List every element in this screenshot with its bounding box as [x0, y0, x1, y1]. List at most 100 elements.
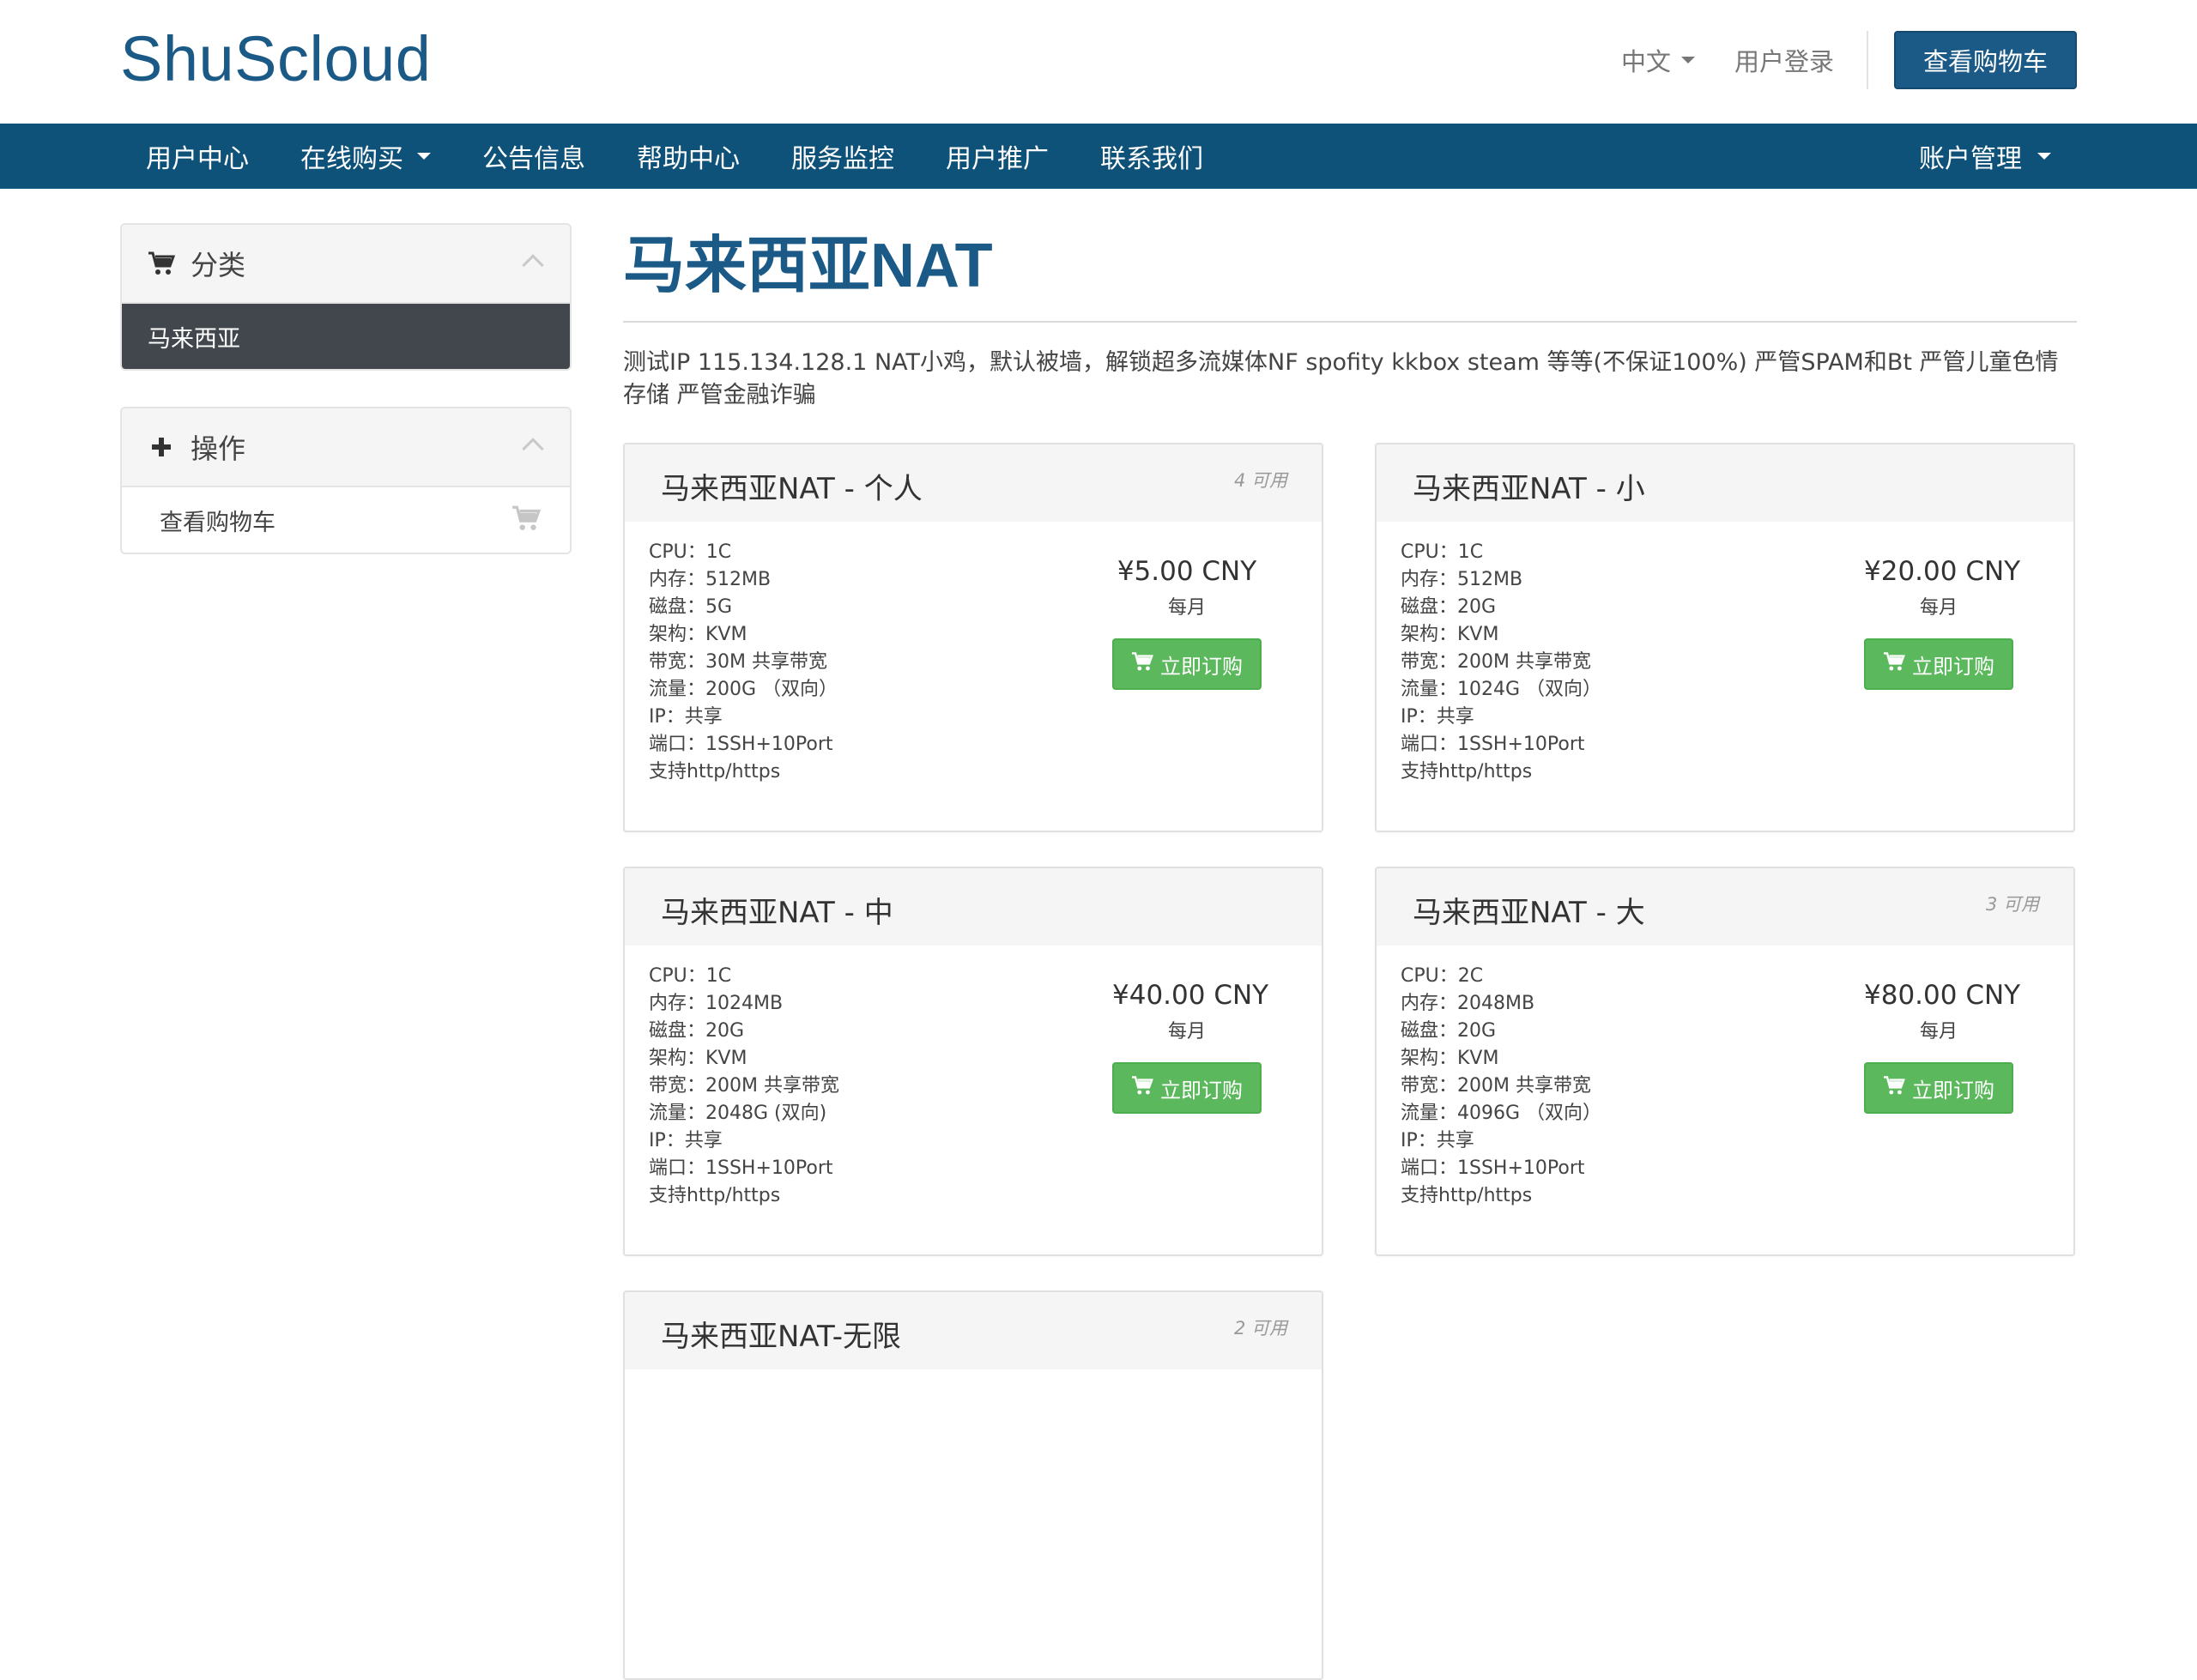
product-card-header: 马来西亚NAT-无限 2 可用	[625, 1292, 1322, 1369]
product-name: 马来西亚NAT - 大	[1413, 896, 1645, 930]
main-content: 马来西亚NAT 测试IP 115.134.128.1 NAT小鸡，默认被墙，解锁…	[623, 223, 2077, 412]
product-card: 马来西亚NAT - 个人 4 可用 CPU：1C 内存：512MB 磁盘：5G 架构：…	[623, 443, 1323, 832]
spec-line: 流量：200G （双向）	[649, 679, 838, 700]
order-label: 立即订购	[1912, 1078, 1994, 1103]
account-dropdown[interactable]: 账户管理	[1919, 124, 2051, 189]
cart-icon	[1883, 1075, 1912, 1101]
nav-label: 帮助中心	[637, 144, 740, 174]
spec-line: 磁盘：20G	[649, 1020, 745, 1042]
spec-line: 架构：KVM	[1401, 624, 1499, 645]
spec-line: 内存：2048MB	[1401, 993, 1535, 1014]
caret-down-icon	[1680, 57, 1695, 63]
account-label: 账户管理	[1919, 144, 2022, 174]
category-description: 测试IP 115.134.128.1 NAT小鸡，默认被墙，解锁超多流媒体NF …	[623, 349, 2059, 408]
order-label: 立即订购	[1160, 1078, 1243, 1103]
nav-item-contact[interactable]: 联系我们	[1100, 137, 1203, 175]
order-now-button[interactable]: 立即订购	[1112, 1062, 1262, 1114]
spec-line: 内存：1024MB	[649, 993, 784, 1014]
spec-line: 带宽：200M 共享带宽	[649, 1075, 839, 1097]
actions-panel-header[interactable]: 操作	[122, 408, 570, 487]
product-specs: CPU：1C 内存：1024MB 磁盘：20G 架构：KVM 带宽：200M 共享带宽流…	[649, 963, 839, 1210]
spec-line: CPU：1C	[649, 965, 732, 987]
product-card: 马来西亚NAT - 中 CPU：1C 内存：1024MB 磁盘：20G 架构：KVM 带…	[623, 867, 1323, 1256]
billing-period: 每月	[1167, 1021, 1206, 1042]
product-card-header: 马来西亚NAT - 中	[625, 868, 1322, 946]
spec-line: IP：共享	[649, 1130, 723, 1151]
spec-line: 端口：1SSH+10Port	[649, 1157, 833, 1179]
spec-line: IP：共享	[649, 706, 723, 728]
product-card-header: 马来西亚NAT - 个人 4 可用	[625, 444, 1322, 522]
site-logo[interactable]: ShuScloud	[120, 22, 431, 95]
nav-item-user-center[interactable]: 用户中心	[146, 137, 249, 175]
nav-label: 用户推广	[946, 144, 1049, 174]
nav-item-buy-online[interactable]: 在线购买	[300, 137, 431, 175]
nav-item-announcements[interactable]: 公告信息	[482, 137, 585, 175]
price-box: ¥80.00 CNY 每月 立即订购	[1864, 980, 2021, 1114]
price-box: ¥20.00 CNY 每月 立即订购	[1864, 556, 2021, 690]
view-cart-button[interactable]: 查看购物车	[1893, 31, 2077, 89]
chevron-up-icon[interactable]	[522, 254, 544, 276]
login-link[interactable]: 用户登录	[1734, 42, 1834, 78]
plus-icon	[148, 433, 175, 461]
order-now-button[interactable]: 立即订购	[1112, 638, 1262, 690]
spec-line: 架构：KVM	[649, 1048, 747, 1069]
order-now-button[interactable]: 立即订购	[1864, 1062, 2013, 1114]
billing-period: 每月	[1919, 1021, 1958, 1042]
spec-line: 端口：1SSH+10Port	[649, 734, 833, 755]
spec-line: 流量：1024G （双向）	[1401, 679, 1602, 700]
spec-line: CPU：1C	[1401, 541, 1484, 563]
nav-label: 公告信息	[482, 144, 585, 174]
spec-line: 磁盘：20G	[1401, 1020, 1497, 1042]
actions-panel: 操作 查看购物车	[120, 407, 572, 554]
spec-line: 支持http/https	[1401, 761, 1533, 783]
product-price: ¥80.00 CNY	[1864, 980, 2021, 1011]
nav-label: 联系我们	[1100, 144, 1203, 174]
actions-title: 操作	[191, 432, 246, 465]
spec-line: 端口：1SSH+10Port	[1401, 734, 1585, 755]
language-label: 中文	[1620, 47, 1671, 76]
spec-line: 带宽：30M 共享带宽	[649, 651, 827, 673]
cart-icon	[1883, 651, 1912, 677]
product-card-header: 马来西亚NAT - 大 3 可用	[1377, 868, 2073, 946]
product-price: ¥5.00 CNY	[1117, 556, 1257, 587]
nav-item-service-monitor[interactable]: 服务监控	[791, 137, 894, 175]
product-card: 马来西亚NAT - 大 3 可用 CPU：2C 内存：2048MB 磁盘：20G 架构…	[1375, 867, 2075, 1256]
product-price: ¥20.00 CNY	[1864, 556, 2021, 587]
categories-panel-header[interactable]: 分类	[122, 225, 570, 304]
spec-line: 磁盘：20G	[1401, 596, 1497, 618]
availability-badge: 2 可用	[1233, 1318, 1287, 1339]
billing-period: 每月	[1919, 597, 1958, 619]
caret-down-icon	[2037, 153, 2051, 160]
spec-line: 支持http/https	[649, 761, 781, 783]
order-label: 立即订购	[1912, 654, 1994, 679]
cart-icon	[1131, 651, 1160, 677]
cart-icon	[1131, 1075, 1160, 1101]
product-name: 马来西亚NAT - 小	[1413, 472, 1645, 506]
billing-period: 每月	[1167, 597, 1206, 619]
chevron-up-icon[interactable]	[522, 438, 544, 460]
page-title: 马来西亚NAT	[623, 223, 2077, 323]
product-name: 马来西亚NAT - 中	[661, 896, 893, 930]
category-item-malaysia[interactable]: 马来西亚	[122, 304, 570, 369]
spec-line: 支持http/https	[649, 1185, 781, 1206]
spec-line: 带宽：200M 共享带宽	[1401, 1075, 1591, 1097]
main-nav: 用户中心 在线购买 公告信息 帮助中心 服务监控 用户推广 联系我们 账户管理	[0, 124, 2197, 189]
spec-line: IP：共享	[1401, 1130, 1474, 1151]
spec-line: 内存：512MB	[649, 569, 772, 590]
spec-line: 流量：2048G (双向)	[649, 1103, 827, 1124]
cart-icon	[148, 250, 175, 277]
order-now-button[interactable]: 立即订购	[1864, 638, 2013, 690]
top-header: ShuScloud 中文 用户登录 查看购物车	[0, 0, 2197, 124]
divider	[1866, 31, 1868, 89]
top-nav: 中文 用户登录 查看购物车	[1621, 31, 2077, 89]
language-dropdown[interactable]: 中文	[1621, 42, 1695, 78]
spec-line: 端口：1SSH+10Port	[1401, 1157, 1585, 1179]
product-name: 马来西亚NAT-无限	[661, 1320, 901, 1354]
nav-item-help-center[interactable]: 帮助中心	[637, 137, 740, 175]
categories-panel: 分类 马来西亚	[120, 223, 572, 371]
product-specs: CPU：1C 内存：512MB 磁盘：5G 架构：KVM 带宽：30M 共享带宽 流量：2…	[649, 539, 838, 786]
nav-item-affiliates[interactable]: 用户推广	[946, 137, 1049, 175]
action-view-cart[interactable]: 查看购物车	[122, 487, 570, 553]
spec-line: 流量：4096G （双向）	[1401, 1103, 1602, 1124]
spec-line: 带宽：200M 共享带宽	[1401, 651, 1591, 673]
